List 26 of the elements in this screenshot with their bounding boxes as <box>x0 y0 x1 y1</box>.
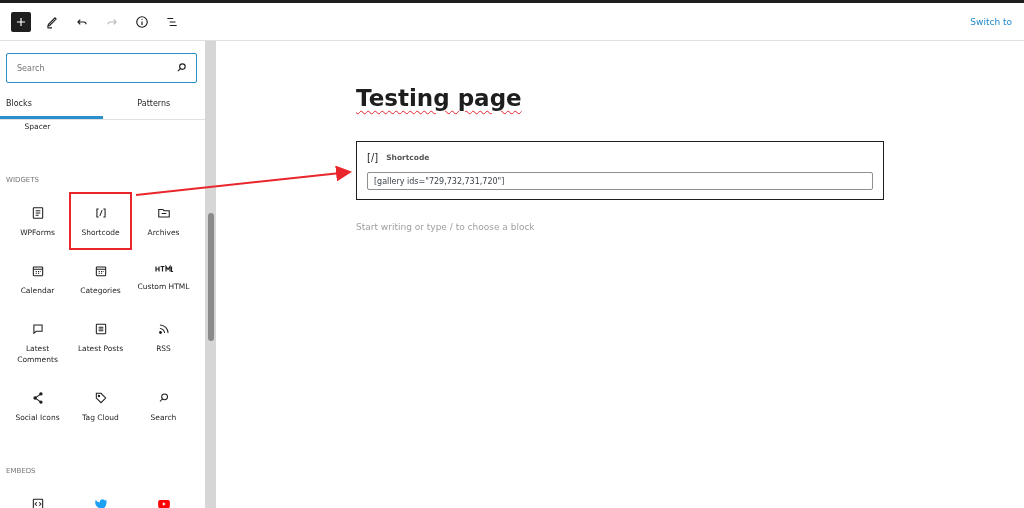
bird-icon <box>93 496 108 508</box>
scrollbar[interactable] <box>205 41 216 508</box>
tab[interactable]: Patterns <box>102 91 205 119</box>
add-button[interactable] <box>11 11 31 32</box>
speech-bubble-icon <box>30 322 45 337</box>
folder-icon <box>156 206 171 221</box>
post-list-icon <box>93 322 108 337</box>
pencil-icon <box>45 14 59 29</box>
calendar-icon <box>30 264 45 279</box>
brackets-icon <box>93 206 108 221</box>
switch-link[interactable]: Switch to <box>970 16 1012 27</box>
form-icon <box>30 206 45 221</box>
search-field[interactable]: Search <box>6 53 197 83</box>
info-icon <box>135 14 149 29</box>
block-glyph: [/] <box>367 152 379 163</box>
code-frame-icon <box>30 496 45 508</box>
html-icon <box>154 264 173 275</box>
calendar-icon <box>93 264 108 279</box>
rss-icon <box>156 322 171 337</box>
scrollbar-thumb[interactable] <box>208 213 214 341</box>
search-icon <box>176 62 187 73</box>
shortcode-input[interactable]: [gallery ids="729,732,731,720"] <box>367 172 873 190</box>
page-title[interactable]: Testing page <box>356 85 884 111</box>
tab[interactable]: Blocks <box>0 91 103 119</box>
share-icon <box>30 390 45 405</box>
tag-icon <box>93 390 108 405</box>
